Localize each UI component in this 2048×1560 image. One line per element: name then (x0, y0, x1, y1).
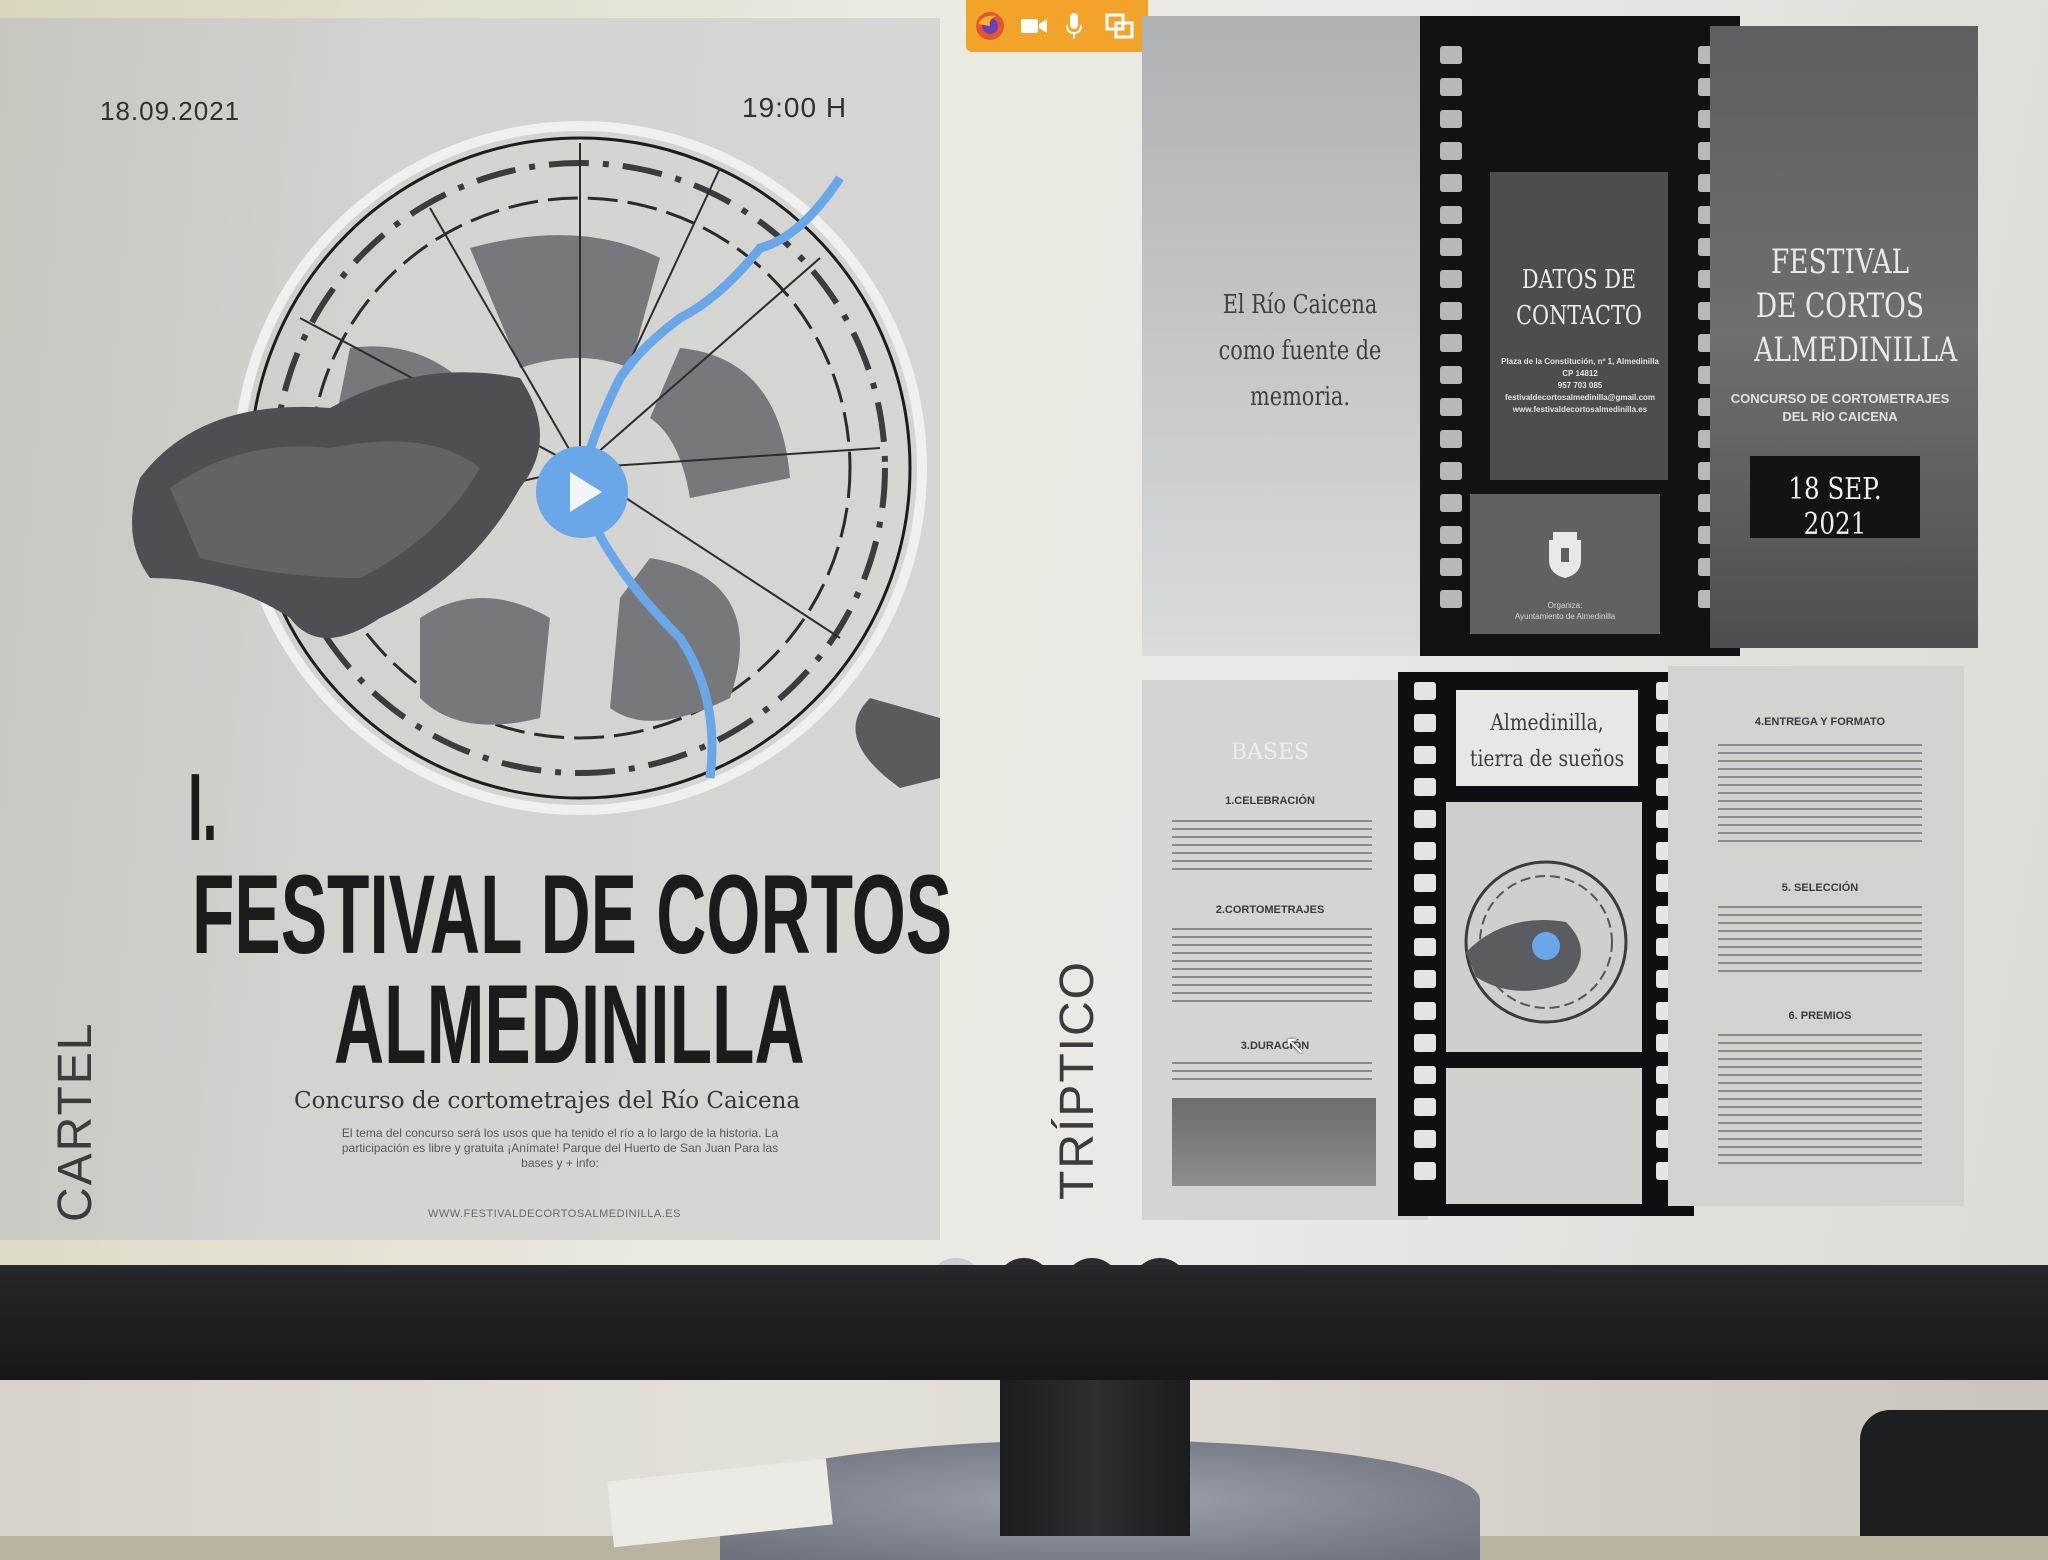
section-premios-text (1718, 1034, 1922, 1164)
reel-frame (1446, 802, 1642, 1052)
section-premios: 6. PREMIOS (1788, 1010, 1852, 1022)
contact-address: Plaza de la Constitución, nº 1, Almedini… (1501, 357, 1659, 366)
section-seleccion: 5. SELECCIÓN (1781, 882, 1859, 894)
section-duracion: 3.DURACIÓN (1240, 1040, 1310, 1052)
organizer-text: Organiza: Ayuntamiento de Almedinilla (1470, 600, 1660, 622)
contact-postcode: CP 14812 (1562, 369, 1598, 378)
contact-email: festivaldecortosalmedinilla@gmail.com (1504, 393, 1656, 402)
label-cartel: CARTEL (49, 1021, 102, 1222)
meeting-toolbar (966, 0, 1148, 52)
bases-title: BASES (1230, 740, 1310, 765)
monitor-stand-neck (1000, 1380, 1190, 1536)
contact-website: www.festivaldecortosalmedinilla.es (1512, 405, 1648, 414)
coat-of-arms-icon (1549, 532, 1581, 578)
poster-body: El tema del concurso será los usos que h… (341, 1126, 779, 1170)
poster-url: WWW.FESTIVALDECORTOSALMEDINILLA.ES (428, 1208, 681, 1220)
section-entrega: 4.ENTREGA Y FORMATO (1754, 716, 1886, 728)
mini-reel-graphic (1464, 860, 1628, 1024)
poster-cartel: 18.09.2021 19:00 H I. FESTIVAL DE CORTOS… (0, 18, 952, 1240)
contact-details: Plaza de la Constitución, nº 1, Almedini… (1494, 356, 1666, 416)
almedinilla-suenos-text: Almedinilla, tierra de sueños (1469, 711, 1625, 772)
poster-title-line2: ALMEDINILLA (334, 962, 805, 1087)
poster-date: 18.09.2021 (100, 96, 241, 126)
organiza-label: Organiza: (1547, 601, 1583, 610)
section-entrega-text (1718, 744, 1922, 844)
section-seleccion-text (1718, 906, 1922, 972)
desk-object (1860, 1410, 2048, 1536)
organizer-name: Ayuntamiento de Almedinilla (1514, 612, 1616, 621)
rio-caicena-text: El Río Caicena como fuente de memoria. (1218, 290, 1382, 412)
section-celebracion: 1.CELEBRACIÓN (1225, 795, 1315, 807)
section-celebracion-text (1172, 820, 1372, 870)
film-text-frame (1446, 1068, 1642, 1204)
section-cortometrajes: 2.CORTOMETRAJES (1215, 904, 1325, 916)
poster-ordinal: I. (188, 754, 218, 861)
video-camera-icon[interactable] (1016, 8, 1052, 44)
contact-phone: 957 703 085 (1557, 381, 1603, 390)
cover-date: 18 SEP. 2021 (1788, 472, 1882, 542)
microphone-icon[interactable] (1056, 8, 1092, 44)
mouse-cursor-icon: ↖ (1284, 1030, 1306, 1060)
monitor-screen: 18.09.2021 19:00 H I. FESTIVAL DE CORTOS… (0, 0, 2048, 1316)
label-triptico: TRÍPTICO (1051, 960, 1104, 1200)
contact-title: DATOS DE CONTACTO (1516, 265, 1642, 331)
section-duracion-text (1172, 1062, 1372, 1082)
film-sprockets-left (1440, 46, 1462, 608)
poster-subtitle: Concurso de cortometrajes del Río Caicen… (294, 1088, 801, 1114)
bases-photo (1172, 1098, 1376, 1186)
cover-festival-subtitle: CONCURSO DE CORTOMETRAJES DEL RÍO CAICEN… (1730, 391, 1950, 424)
monitor-bezel (0, 1265, 2048, 1385)
cover-festival-title: FESTIVAL DE CORTOS ALMEDINILLA (1754, 242, 1958, 370)
poster-time: 19:00 H (742, 92, 848, 123)
screen-share-icon[interactable] (1102, 8, 1138, 44)
firefox-icon[interactable] (972, 8, 1008, 44)
section-cortometrajes-text (1172, 928, 1372, 1004)
film-sprockets-bottom-left (1414, 682, 1436, 1180)
